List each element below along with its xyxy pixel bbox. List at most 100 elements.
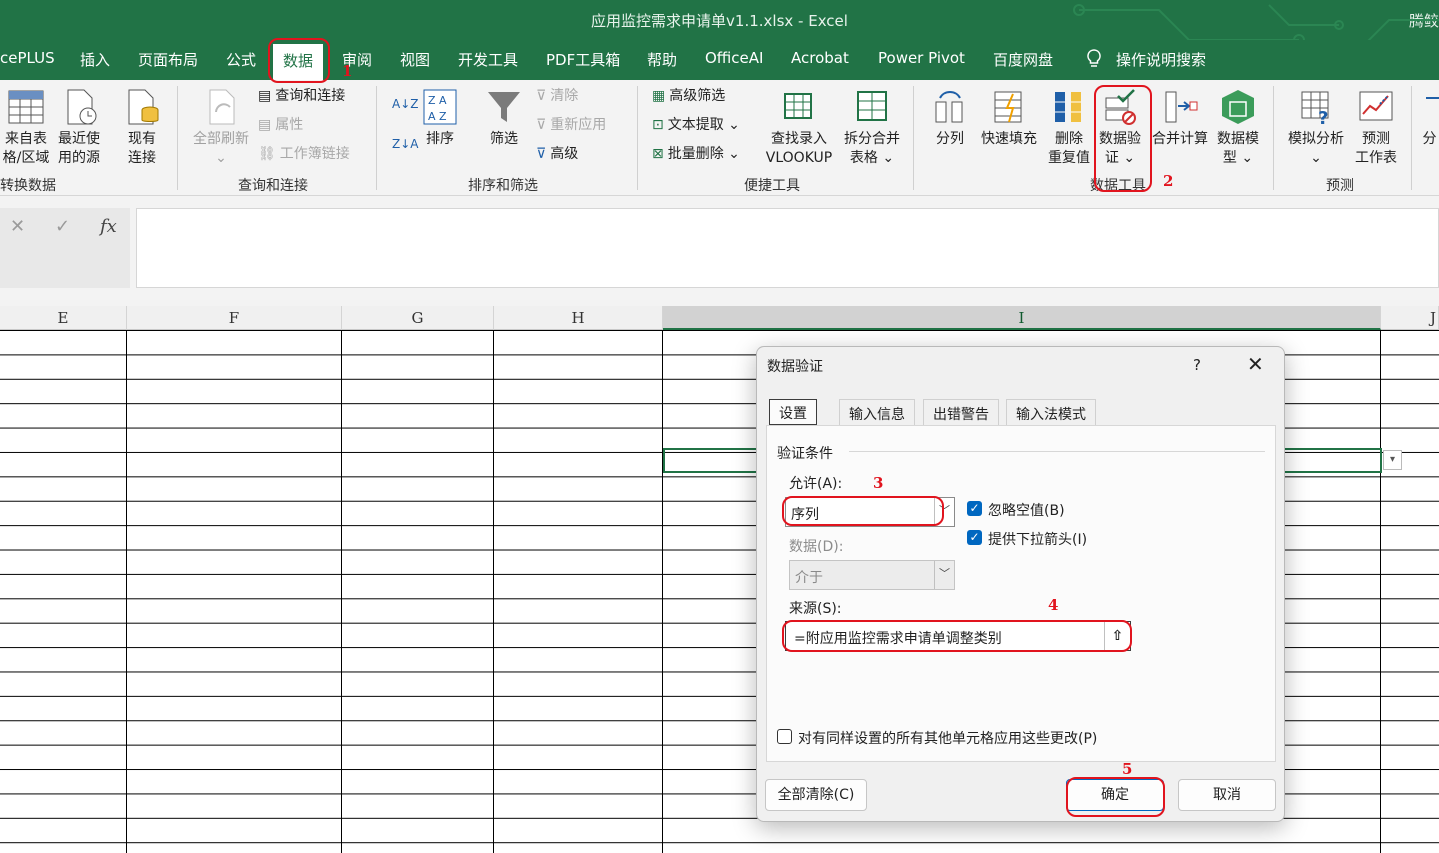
column-header-i[interactable]: I <box>663 306 1381 330</box>
tab-pdf-toolbox[interactable]: PDF工具箱 <box>546 49 620 70</box>
allow-label: 允许(A): <box>789 476 843 492</box>
remove-duplicates-button[interactable]: 删除 重复值 <box>1046 88 1092 168</box>
lookup-icon <box>784 93 812 119</box>
annotation-number-4: 4 <box>1048 596 1059 614</box>
advanced-filter-icon: ⊽ <box>536 146 547 162</box>
tab-developer[interactable]: 开发工具 <box>458 49 518 70</box>
chevron-down-icon: ﹀ <box>934 561 954 589</box>
tell-me-search[interactable]: 操作说明搜索 <box>1086 49 1206 70</box>
flash-fill-button[interactable]: 快速填充 <box>978 88 1040 149</box>
close-icon[interactable]: ✕ <box>1247 352 1264 376</box>
tab-settings[interactable]: 设置 <box>769 399 817 425</box>
advanced-filter-button[interactable]: ⊽ 高级 <box>536 144 578 164</box>
outline-button[interactable]: 分 <box>1420 88 1439 149</box>
column-header-j[interactable]: J <box>1381 306 1439 330</box>
data-model-button[interactable]: 数据模型 ⌄ <box>1214 88 1262 168</box>
column-gridline <box>126 330 127 853</box>
annotation-highlight-source <box>782 620 1132 652</box>
column-header-e[interactable]: E <box>0 306 127 330</box>
clear-all-button[interactable]: 全部清除(C) <box>765 779 867 811</box>
filter-button[interactable]: 筛选 <box>484 88 524 149</box>
sort-ascending-button[interactable]: A↓Z <box>392 94 418 114</box>
enter-formula-icon[interactable]: ✓ <box>55 216 70 237</box>
show-dropdown-label[interactable]: 提供下拉箭头(I) <box>988 529 1087 549</box>
properties-button[interactable]: ▤ 属性 <box>258 115 303 135</box>
tab-insert[interactable]: 插入 <box>80 49 110 70</box>
forecast-sheet-button[interactable]: 预测 工作表 <box>1350 88 1402 168</box>
column-header-h[interactable]: H <box>494 306 663 330</box>
group-label-transform: 转换数据 <box>0 178 56 194</box>
tab-officeplus[interactable]: cePLUS <box>0 49 55 67</box>
text-extract-button[interactable]: ⊡ 文本提取 ⌄ <box>652 115 740 135</box>
column-gridline <box>1380 330 1381 853</box>
flash-fill-icon <box>994 91 1022 123</box>
apply-all-checkbox[interactable] <box>777 729 792 744</box>
column-header-f[interactable]: F <box>127 306 342 330</box>
filter-funnel-icon <box>488 92 520 122</box>
sort-icon: Z A A Z <box>423 89 457 125</box>
tab-error-alert[interactable]: 出错警告 <box>923 399 999 426</box>
tab-input-message[interactable]: 输入信息 <box>839 399 915 426</box>
queries-connections-button[interactable]: ▤ 查询和连接 <box>258 86 345 106</box>
ribbon-separator <box>1273 86 1274 190</box>
consolidate-button[interactable]: 合并计算 <box>1148 88 1212 149</box>
tab-ime-mode[interactable]: 输入法模式 <box>1006 399 1096 426</box>
split-merge-table-button[interactable]: 拆分合并 表格 ⌄ <box>840 88 904 168</box>
text-extract-icon: ⊡ <box>652 117 664 133</box>
validation-criteria-heading: 验证条件 <box>777 446 833 462</box>
ignore-blank-checkbox[interactable]: ✓ <box>967 501 982 516</box>
tab-view[interactable]: 视图 <box>400 49 430 70</box>
advanced-sieve-button[interactable]: ▦ 高级筛选 <box>652 86 725 106</box>
outline-icon <box>1426 97 1439 99</box>
apply-all-label[interactable]: 对有同样设置的所有其他单元格应用这些更改(P) <box>798 728 1097 748</box>
tab-help[interactable]: 帮助 <box>647 49 677 70</box>
svg-text:A Z: A Z <box>428 110 447 123</box>
cancel-button[interactable]: 取消 <box>1178 779 1276 811</box>
text-to-columns-icon <box>935 91 963 123</box>
insert-function-icon[interactable]: fx <box>100 216 117 237</box>
what-if-analysis-button[interactable]: ? 模拟分析 ⌄ <box>1284 88 1348 168</box>
tab-officeai[interactable]: OfficeAI <box>705 49 763 67</box>
tab-baidu-netdisk[interactable]: 百度网盘 <box>993 49 1053 70</box>
tab-formulas[interactable]: 公式 <box>226 49 256 70</box>
sort-button[interactable]: Z AA Z 排序 <box>420 88 460 149</box>
table-icon <box>8 90 44 124</box>
tab-acrobat[interactable]: Acrobat <box>791 49 849 67</box>
tab-power-pivot[interactable]: Power Pivot <box>878 49 965 67</box>
recent-sources-button[interactable]: 最近使 用的源 <box>56 88 102 168</box>
column-gridline <box>493 330 494 853</box>
consolidate-icon <box>1165 91 1198 123</box>
ignore-blank-label[interactable]: 忽略空值(B) <box>988 500 1065 520</box>
batch-delete-button[interactable]: ⊠ 批量删除 ⌄ <box>652 144 740 164</box>
lightbulb-icon <box>1087 49 1101 67</box>
annotation-highlight-allow <box>782 496 944 526</box>
sort-descending-button[interactable]: Z↓A <box>392 134 418 154</box>
queries-icon: ▤ <box>258 88 272 104</box>
group-label-forecast: 预测 <box>1326 178 1354 194</box>
column-gridline <box>341 330 342 853</box>
annotation-number-5: 5 <box>1122 760 1133 778</box>
from-table-button[interactable]: 来自表 格/区域 <box>0 88 52 168</box>
refresh-all-button[interactable]: 全部刷新 ⌄ <box>188 88 254 168</box>
link-icon: ⛓ <box>258 146 276 162</box>
reapply-button[interactable]: ⊽ 重新应用 <box>536 115 606 135</box>
formula-input[interactable] <box>136 208 1439 288</box>
column-header-g[interactable]: G <box>342 306 494 330</box>
help-icon[interactable]: ? <box>1193 356 1201 374</box>
group-label-sort-filter: 排序和筛选 <box>468 178 538 194</box>
cancel-formula-icon[interactable]: ✕ <box>10 216 25 237</box>
lookup-vlookup-button[interactable]: 查找录入 VLOOKUP <box>762 88 836 168</box>
data-value: 介于 <box>795 570 823 586</box>
source-label: 来源(S): <box>789 601 842 617</box>
sort-az-icon: A↓Z <box>392 97 419 111</box>
ribbon-separator <box>177 86 178 190</box>
split-merge-icon <box>857 91 887 121</box>
annotation-highlight-data-tab <box>268 38 330 83</box>
show-dropdown-checkbox[interactable]: ✓ <box>967 530 982 545</box>
clear-filter-button[interactable]: ⊽ 清除 <box>536 86 578 106</box>
tab-page-layout[interactable]: 页面布局 <box>138 49 198 70</box>
workbook-links-button[interactable]: ⛓ 工作簿链接 <box>258 144 350 164</box>
existing-connections-button[interactable]: 现有 连接 <box>122 88 162 168</box>
text-to-columns-button[interactable]: 分列 <box>928 88 972 149</box>
cell-dropdown-arrow-icon[interactable]: ▾ <box>1383 450 1402 470</box>
